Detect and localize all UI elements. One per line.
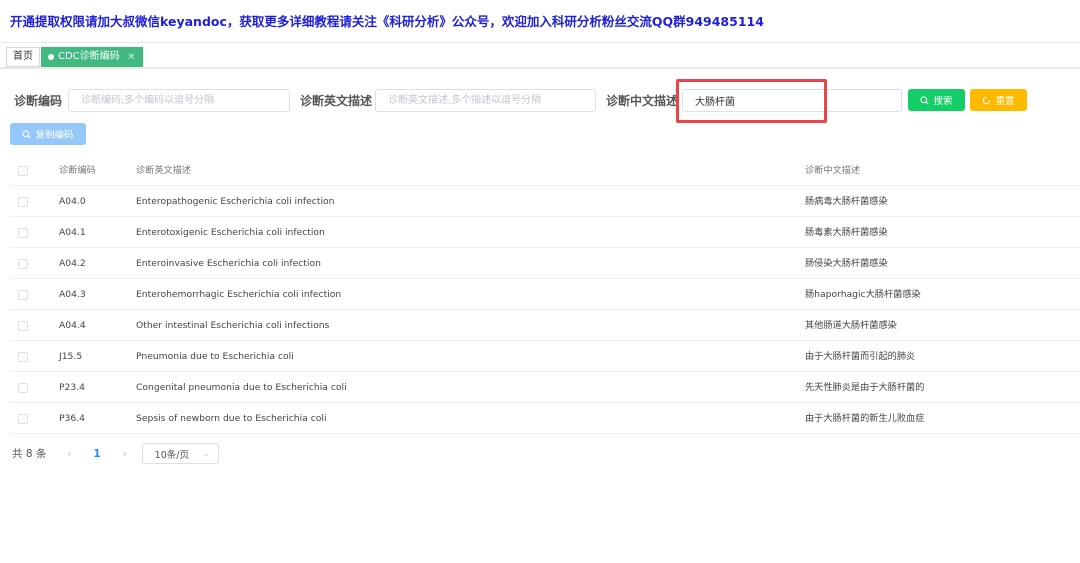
page-number-current[interactable]: 1: [93, 448, 100, 460]
select-all-checkbox[interactable]: [18, 165, 28, 176]
chevron-down-icon: ⌄: [202, 449, 210, 458]
row-checkbox[interactable]: [18, 351, 28, 362]
prev-page-icon[interactable]: ‹: [62, 447, 76, 460]
copy-codes-button[interactable]: 复制编码: [10, 123, 86, 145]
cell-code: A04.4: [59, 320, 86, 331]
zh-desc-input[interactable]: [682, 89, 902, 112]
table-row: A04.1 Enterotoxigenic Escherichia coli in…: [10, 217, 1080, 248]
cell-en-desc: Enteroinvasive Escherichia coli infectio…: [136, 258, 321, 269]
cell-code: A04.2: [59, 258, 86, 269]
row-checkbox[interactable]: [18, 320, 28, 331]
cell-code: A04.3: [59, 289, 86, 300]
pagination: 共 8 条 ‹ 1 › 10条/页 ⌄: [12, 443, 219, 464]
code-input[interactable]: [68, 89, 290, 112]
table-header-row: 诊断编码 诊断英文描述 诊断中文描述: [10, 155, 1080, 186]
row-select-cell: [18, 279, 28, 310]
cell-en-desc: Enterohemorrhagic Escherichia coli infec…: [136, 289, 342, 300]
refresh-icon: [983, 96, 991, 104]
table-row: A04.3 Enterohemorrhagic Escherichia coli …: [10, 279, 1080, 310]
row-checkbox[interactable]: [18, 196, 28, 207]
tab-cdc-codes-label: CDC诊断编码: [58, 51, 120, 62]
row-checkbox[interactable]: [18, 382, 28, 393]
row-select-cell: [18, 403, 28, 434]
active-dot-icon: [48, 54, 54, 60]
close-icon[interactable]: ×: [128, 47, 136, 67]
cell-zh-desc: 肠侵染大肠杆菌感染: [805, 258, 888, 269]
table-row: J15.5 Pneumonia due to Escherichia coli 由于…: [10, 341, 1080, 372]
row-select-cell: [18, 372, 28, 403]
row-checkbox[interactable]: [18, 413, 28, 424]
page-size-select[interactable]: 10条/页 ⌄: [141, 443, 219, 464]
cell-en-desc: Enterotoxigenic Escherichia coli infecti…: [136, 227, 325, 238]
table-row: A04.2 Enteroinvasive Escherichia coli inf…: [10, 248, 1080, 279]
search-icon: [22, 129, 32, 139]
header-code: 诊断编码: [59, 165, 96, 176]
cell-zh-desc: 肠haporhagic大肠杆菌感染: [805, 289, 921, 300]
cell-code: P36.4: [59, 413, 85, 424]
total-count: 共 8 条: [12, 448, 47, 460]
cell-en-desc: Enteropathogenic Escherichia coli infect…: [136, 196, 335, 207]
tab-cdc-codes[interactable]: CDC诊断编码 ×: [41, 47, 144, 67]
row-select-cell: [18, 341, 28, 372]
row-checkbox[interactable]: [18, 258, 28, 269]
search-button-label: 搜索: [933, 96, 953, 107]
table-row: P23.4 Congenital pneumonia due to Escheri…: [10, 372, 1080, 403]
copy-codes-button-label: 复制编码: [35, 130, 74, 141]
tab-bar: 首页 CDC诊断编码 ×: [0, 42, 1080, 69]
results-table: 诊断编码 诊断英文描述 诊断中文描述 A04.0 Enteropathogenic…: [10, 155, 1080, 434]
row-checkbox[interactable]: [18, 227, 28, 238]
next-page-icon[interactable]: ›: [118, 447, 132, 460]
select-all-cell: [18, 155, 28, 186]
page-size-value: 10条/页: [154, 449, 189, 461]
reset-button-label: 重置: [995, 96, 1015, 107]
row-select-cell: [18, 186, 28, 217]
cell-en-desc: Sepsis of newborn due to Escherichia col…: [136, 413, 327, 424]
cell-zh-desc: 先天性肺炎是由于大肠杆菌的: [805, 382, 925, 393]
header-en-desc: 诊断英文描述: [136, 165, 192, 176]
row-checkbox[interactable]: [18, 289, 28, 300]
cell-zh-desc: 肠病毒大肠杆菌感染: [805, 196, 888, 207]
cell-zh-desc: 由于大肠杆菌而引起的肺炎: [805, 351, 916, 362]
cell-zh-desc: 肠毒素大肠杆菌感染: [805, 227, 888, 238]
cell-en-desc: Pneumonia due to Escherichia coli: [136, 351, 294, 362]
table-row: A04.0 Enteropathogenic Escherichia coli i…: [10, 186, 1080, 217]
table-body: A04.0 Enteropathogenic Escherichia coli i…: [10, 186, 1080, 434]
row-select-cell: [18, 217, 28, 248]
search-icon: [920, 95, 930, 105]
cell-zh-desc: 由于大肠杆菌的新生儿败血症: [805, 413, 925, 424]
header-zh-desc: 诊断中文描述: [805, 165, 861, 176]
cell-code: P23.4: [59, 382, 85, 393]
tab-home[interactable]: 首页: [6, 47, 40, 67]
en-desc-label: 诊断英文描述: [300, 94, 373, 108]
reset-button[interactable]: 重置: [970, 89, 1027, 111]
row-select-cell: [18, 248, 28, 279]
en-desc-input[interactable]: [375, 89, 596, 112]
row-select-cell: [18, 310, 28, 341]
table-row: A04.4 Other intestinal Escherichia coli i…: [10, 310, 1080, 341]
table-row: P36.4 Sepsis of newborn due to Escherichi…: [10, 403, 1080, 434]
search-button[interactable]: 搜索: [908, 89, 965, 111]
cell-en-desc: Other intestinal Escherichia coli infect…: [136, 320, 330, 331]
cell-en-desc: Congenital pneumonia due to Escherichia …: [136, 382, 347, 393]
cell-code: J15.5: [59, 351, 83, 362]
code-label: 诊断编码: [14, 94, 63, 108]
zh-desc-label: 诊断中文描述: [606, 94, 679, 108]
cell-zh-desc: 其他肠道大肠杆菌感染: [805, 320, 897, 331]
cell-code: A04.1: [59, 227, 86, 238]
cell-code: A04.0: [59, 196, 86, 207]
top-banner: 开通提取权限请加大叔微信keyandoc，获取更多详细教程请关注《科研分析》公众…: [10, 14, 764, 29]
